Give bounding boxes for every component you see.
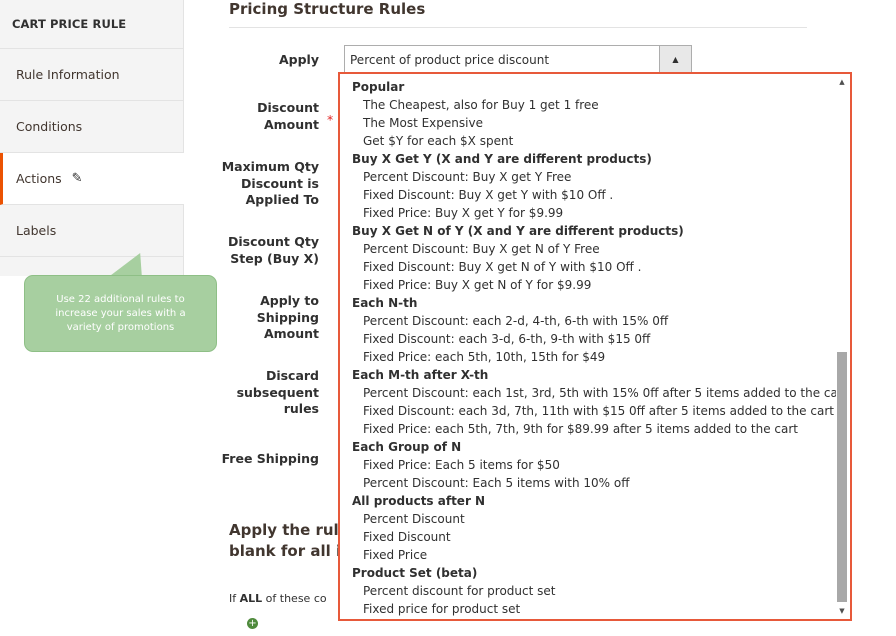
label-line: subsequent <box>236 384 319 400</box>
label-line: Free Shipping <box>221 451 319 466</box>
label-line: Shipping <box>256 309 319 325</box>
required-mark: * <box>327 112 334 127</box>
sidebar-item-label: Actions <box>16 171 62 186</box>
discount-qty-step-label: Discount Qty Step (Buy X) <box>219 234 319 267</box>
dropdown-option[interactable]: Fixed price for product set <box>352 600 832 618</box>
label-line: rules <box>283 401 319 416</box>
sidebar-item-label: Rule Information <box>16 67 120 82</box>
sidebar-item-label: Conditions <box>16 119 83 134</box>
scroll-up-icon[interactable]: ▲ <box>836 76 848 88</box>
label-line: Maximum Qty <box>221 159 319 174</box>
section-title: Pricing Structure Rules <box>229 0 426 18</box>
dropdown-option[interactable]: Fixed Discount: Buy X get Y with $10 Off… <box>352 186 832 204</box>
label-line: Amount <box>263 116 319 132</box>
sidebar-item-label: Labels <box>16 223 57 238</box>
apply-label: Apply <box>229 52 319 69</box>
dropdown-option[interactable]: Fixed Price: Buy X get Y for $9.99 <box>352 204 832 222</box>
dropdown-group-label: All products after N <box>352 494 486 508</box>
dropdown-option[interactable]: Fixed Discount <box>352 528 832 546</box>
dropdown-option[interactable]: Fixed Price: Buy X get N of Y for $9.99 <box>352 276 832 294</box>
label-line: Discount <box>257 100 319 115</box>
dropdown-option[interactable]: The Cheapest, also for Buy 1 get 1 free <box>352 96 832 114</box>
add-condition-icon[interactable]: + <box>247 618 258 629</box>
dropdown-option[interactable]: Percent discount for product set <box>352 582 832 600</box>
dropdown-option[interactable]: Percent Discount: Buy X get Y Free <box>352 168 832 186</box>
apply-label-text: Apply <box>278 52 319 67</box>
sidebar-item-rule-information[interactable]: Rule Information <box>0 49 183 101</box>
apply-dropdown-list[interactable]: Popular The Cheapest, also for Buy 1 get … <box>338 72 852 621</box>
label-line: Discard <box>265 368 319 383</box>
tooltip-text: Use 22 additional rules to increase your… <box>55 293 186 333</box>
label-line: Amount <box>263 326 319 341</box>
label-line: Applied To <box>245 192 319 207</box>
sidebar-item-actions[interactable]: Actions ✎ <box>0 153 184 205</box>
chevron-up-icon[interactable]: ▲ <box>659 46 691 73</box>
section-divider <box>229 27 807 28</box>
apply-select[interactable]: Percent of product price discount ▲ <box>344 45 692 74</box>
apply-to-shipping-label: Apply to Shipping Amount <box>219 293 319 343</box>
label-line: Step (Buy X) <box>230 250 319 266</box>
discard-subsequent-label: Discard subsequent rules <box>219 368 319 418</box>
sidebar: CART PRICE RULE Rule Information Conditi… <box>0 0 184 276</box>
dropdown-option[interactable]: Percent Discount: Buy X get N of Y Free <box>352 240 832 258</box>
dropdown-option[interactable]: Fixed Price: each 5th, 7th, 9th for $89.… <box>352 420 832 438</box>
condition-suffix: of these co <box>265 592 327 605</box>
dropdown-option[interactable]: Percent Discount: each 2-d, 4-th, 6-th w… <box>352 312 832 330</box>
dropdown-group-label: Buy X Get Y (X and Y are different produ… <box>352 152 652 166</box>
dropdown-option[interactable]: Percent Discount <box>352 510 832 528</box>
condition-row: If ALL of these co <box>229 592 327 605</box>
dropdown-option[interactable]: Fixed Discount: each 3d, 7th, 11th with … <box>352 402 834 420</box>
promo-tooltip: Use 22 additional rules to increase your… <box>24 275 217 352</box>
condition-prefix: If <box>229 592 237 605</box>
dropdown-group-label: Each Group of N <box>352 440 462 454</box>
pencil-icon: ✎ <box>71 171 83 186</box>
apply-select-value: Percent of product price discount <box>350 53 550 67</box>
sidebar-title: CART PRICE RULE <box>0 0 183 49</box>
scrollbar-thumb[interactable] <box>837 352 847 602</box>
sidebar-item-conditions[interactable]: Conditions <box>0 101 183 153</box>
sidebar-item-labels[interactable]: Labels <box>0 205 183 257</box>
label-line: Discount is <box>241 175 319 191</box>
dropdown-option[interactable]: Fixed Discount: each 3-d, 6-th, 9-th wit… <box>352 330 832 348</box>
label-line: Discount Qty <box>228 234 319 249</box>
dropdown-group-label: Each M-th after X-th <box>352 368 489 382</box>
condition-all-toggle[interactable]: ALL <box>240 592 263 605</box>
discount-amount-label: Discount Amount <box>229 100 319 133</box>
dropdown-option[interactable]: Percent Discount: each 1st, 3rd, 5th wit… <box>352 384 848 402</box>
dropdown-option[interactable]: Fixed Price: each 5th, 10th, 15th for $4… <box>352 348 832 366</box>
label-line: Apply to <box>260 293 319 308</box>
dropdown-option[interactable]: The Most Expensive <box>352 114 832 132</box>
max-qty-label: Maximum Qty Discount is Applied To <box>219 159 319 209</box>
dropdown-option[interactable]: Fixed Price: Each 5 items for $50 <box>352 456 832 474</box>
dropdown-option[interactable]: Get $Y for each $X spent <box>352 132 832 150</box>
scrollbar[interactable]: ▲ ▼ <box>836 76 848 617</box>
dropdown-option[interactable]: Fixed Discount: Buy X get N of Y with $1… <box>352 258 832 276</box>
free-shipping-label: Free Shipping <box>219 451 319 468</box>
dropdown-options: Popular The Cheapest, also for Buy 1 get … <box>352 78 848 618</box>
dropdown-group-label: Each N-th <box>352 296 418 310</box>
scroll-down-icon[interactable]: ▼ <box>836 605 848 617</box>
dropdown-group-label: Buy X Get N of Y (X and Y are different … <box>352 224 684 238</box>
dropdown-option[interactable]: Fixed Price <box>352 546 832 564</box>
dropdown-group-label: Popular <box>352 80 405 94</box>
dropdown-option[interactable]: Percent Discount: Each 5 items with 10% … <box>352 474 832 492</box>
dropdown-group-label: Product Set (beta) <box>352 566 478 580</box>
